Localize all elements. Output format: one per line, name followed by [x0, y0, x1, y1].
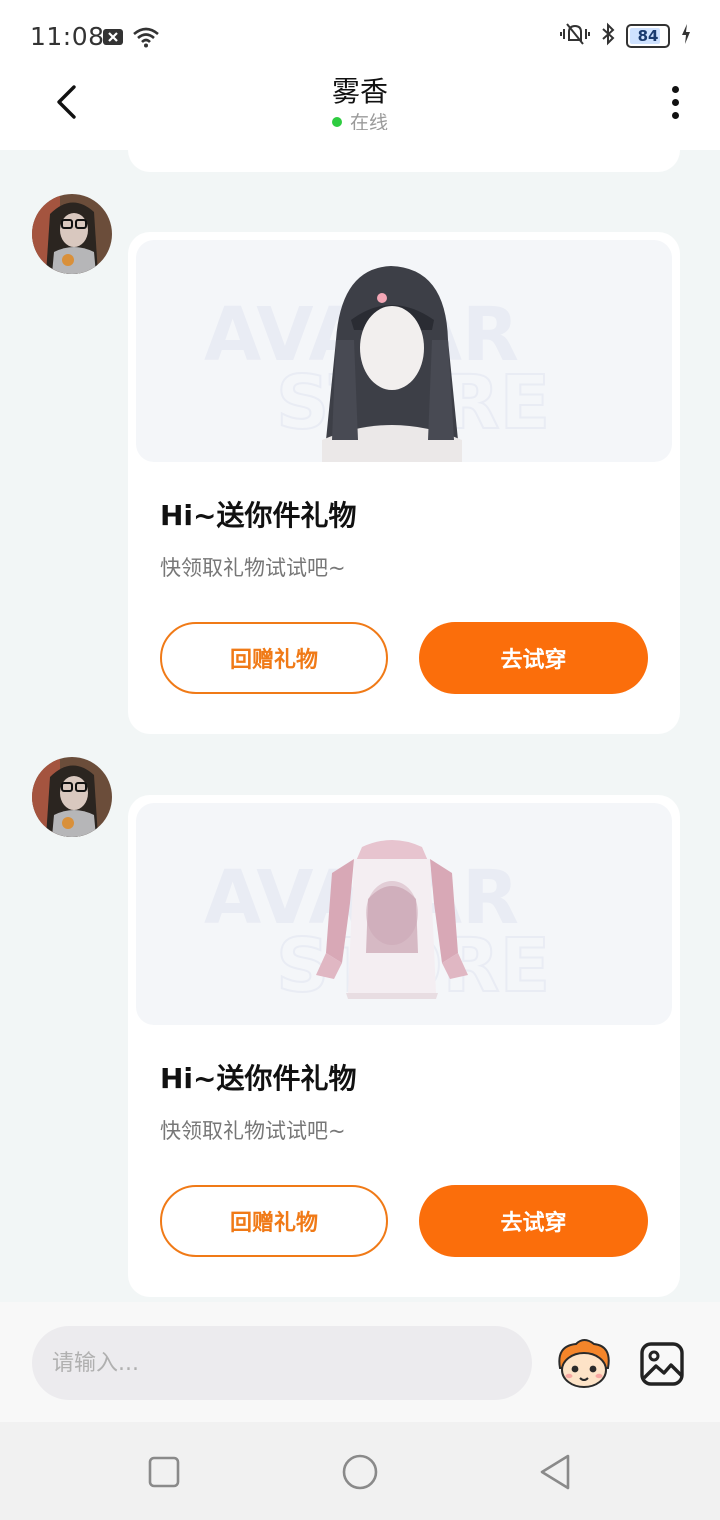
recent-apps-icon: [148, 1456, 180, 1488]
try-on-button[interactable]: 去试穿: [419, 1185, 648, 1257]
gift-title: Hi~送你件礼物: [160, 1062, 357, 1095]
recent-apps-button[interactable]: [144, 1452, 184, 1492]
message-input[interactable]: [32, 1326, 532, 1400]
nav-back-button[interactable]: [536, 1452, 576, 1492]
emoji-button[interactable]: [554, 1338, 614, 1390]
sender-avatar[interactable]: [32, 194, 112, 274]
image-picker-icon: [640, 1342, 684, 1386]
status-bar: 11:08 84: [0, 0, 720, 70]
previous-message-card: [128, 130, 680, 172]
gift-message-card: AVATAR STORE Hi~送你件礼物 快领取礼物试试吧~ 回赠礼物 去试穿: [128, 795, 680, 1297]
battery-level: 84: [637, 27, 659, 45]
sender-avatar[interactable]: [32, 757, 112, 837]
message-input-bar: [0, 1302, 720, 1422]
emoji-mascot-icon: [558, 1339, 610, 1388]
more-options-button[interactable]: [660, 80, 690, 124]
image-picker-button[interactable]: [638, 1340, 686, 1388]
status-time: 11:08: [30, 22, 105, 51]
gift-message-card: AVATAR STORE Hi~送你件礼物 快领取礼物试试吧~ 回赠礼物 去试穿: [128, 232, 680, 734]
more-vertical-icon: [671, 85, 679, 93]
try-on-button[interactable]: 去试穿: [419, 622, 648, 694]
hairstyle-gift-image[interactable]: AVATAR STORE: [136, 240, 672, 462]
online-dot-icon: [331, 116, 342, 127]
wifi-icon: [132, 26, 160, 52]
status-left-icons: [102, 26, 160, 52]
bluetooth-icon: [600, 22, 616, 50]
home-icon: [342, 1454, 378, 1490]
nav-back-icon: [540, 1454, 570, 1490]
contact-name: 雾香: [331, 75, 388, 108]
status-right-icons: 84: [560, 22, 692, 50]
notification-icon: [102, 27, 124, 51]
hoodie-gift-image[interactable]: AVATAR STORE: [136, 803, 672, 1025]
battery-icon: 84: [626, 24, 670, 48]
gift-title: Hi~送你件礼物: [160, 499, 357, 532]
home-button[interactable]: [340, 1452, 380, 1492]
gift-subtitle: 快领取礼物试试吧~: [160, 1119, 346, 1143]
vibrate-icon: [560, 22, 590, 50]
gift-subtitle: 快领取礼物试试吧~: [160, 556, 346, 580]
return-gift-button[interactable]: 回赠礼物: [160, 622, 388, 694]
system-nav-bar: [0, 1422, 720, 1520]
charging-icon: [680, 23, 692, 49]
return-gift-button[interactable]: 回赠礼物: [160, 1185, 388, 1257]
